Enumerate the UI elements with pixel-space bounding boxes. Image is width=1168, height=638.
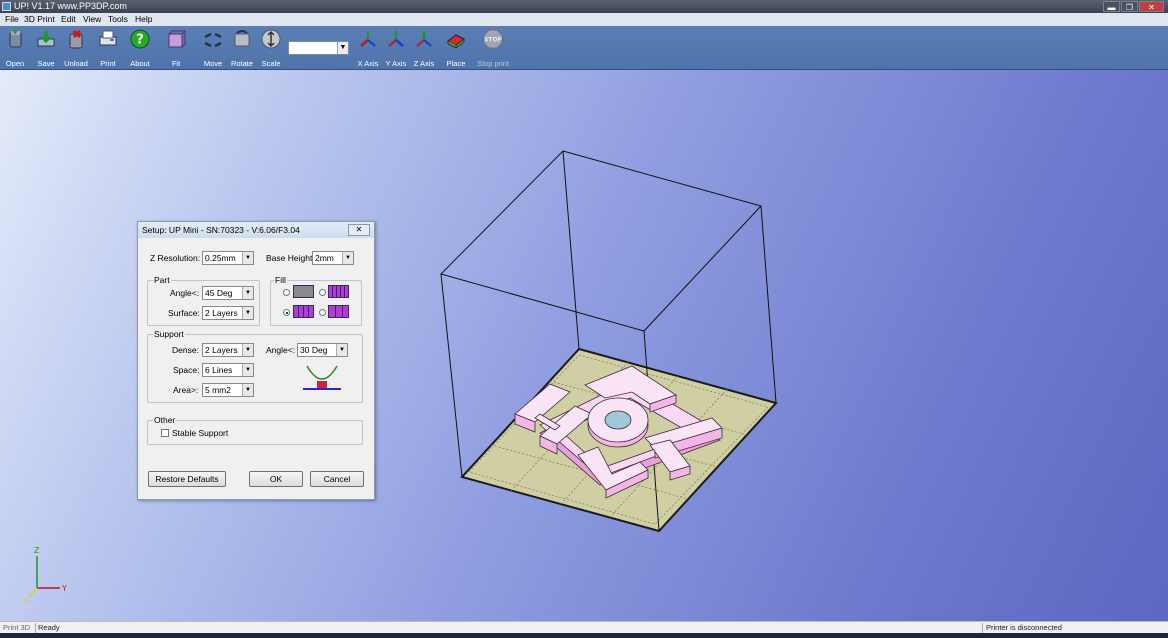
- menu-3d-print[interactable]: 3D Print: [24, 13, 55, 26]
- menu-bar: File 3D Print Edit View Tools Help: [0, 13, 1168, 26]
- part-angle-select[interactable]: 45 Deg ▼: [202, 286, 254, 300]
- menu-help[interactable]: Help: [135, 13, 152, 26]
- support-angle-diagram-icon: [303, 365, 341, 390]
- support-dense-select[interactable]: 2 Layers ▼: [202, 343, 254, 357]
- fill-radio-4[interactable]: [319, 309, 326, 316]
- cancel-button[interactable]: Cancel: [310, 471, 364, 487]
- dialog-title: Setup: UP Mini - SN:70323 - V:6.06/F3.04: [138, 222, 374, 238]
- chevron-down-icon: ▼: [242, 252, 253, 264]
- chevron-down-icon: ▼: [336, 344, 347, 356]
- fill-swatch-4: [328, 305, 349, 318]
- fit-icon: [168, 30, 186, 48]
- axis-x-label: X: [24, 597, 30, 606]
- z-resolution-label: Z Resolution:: [150, 253, 201, 263]
- place-button[interactable]: Place: [441, 28, 471, 68]
- part-surface-select[interactable]: 2 Layers ▼: [202, 306, 254, 320]
- support-angle-select[interactable]: 30 Deg ▼: [297, 343, 348, 357]
- restore-button[interactable]: ❐: [1121, 1, 1138, 12]
- restore-defaults-button[interactable]: Restore Defaults: [148, 471, 226, 487]
- part-angle-label: Angle<:: [170, 288, 200, 298]
- support-space-select[interactable]: 6 Lines ▼: [202, 363, 254, 377]
- menu-edit[interactable]: Edit: [61, 13, 76, 26]
- menu-file[interactable]: File: [5, 13, 19, 26]
- status-app-label: Print 3D: [3, 623, 31, 632]
- z-axis-icon: [416, 31, 432, 47]
- fill-radio-2[interactable]: [319, 289, 326, 296]
- fill-swatch-1: [293, 285, 314, 298]
- base-height-label: Base Height:: [266, 253, 315, 263]
- minimize-button[interactable]: ▬: [1103, 1, 1120, 12]
- fill-radio-1[interactable]: [283, 289, 290, 296]
- unload-icon: [69, 29, 83, 49]
- base-height-select[interactable]: 2mm ▼: [312, 251, 354, 265]
- os-taskbar: [0, 633, 1168, 638]
- x-axis-icon: [360, 31, 376, 47]
- value-combo[interactable]: ▼: [288, 41, 349, 55]
- stop-print-button[interactable]: STOP Stop print: [477, 28, 509, 68]
- menu-tools[interactable]: Tools: [108, 13, 128, 26]
- axis-z-label: Z: [34, 546, 40, 555]
- toolbar: Open Save Unload Print ? About Fit Move …: [0, 26, 1168, 70]
- axis-indicator: Z Y X: [24, 546, 67, 606]
- part-surface-label: Surface:: [168, 308, 200, 318]
- stable-support-label: Stable Support: [172, 428, 229, 438]
- open-icon: [9, 29, 22, 48]
- support-area-select[interactable]: 5 mm2 ▼: [202, 383, 254, 397]
- status-bar: Print 3D Ready Printer is disconnected: [0, 621, 1168, 633]
- fill-radio-3[interactable]: [283, 309, 290, 316]
- dialog-close-button[interactable]: ✕: [348, 224, 370, 236]
- chevron-down-icon: ▼: [242, 287, 253, 299]
- menu-view[interactable]: View: [83, 13, 101, 26]
- chevron-down-icon: ▼: [242, 307, 253, 319]
- window-titlebar: UP! V1.17 www.PP3DP.com ▬ ❐ ✕: [0, 0, 1168, 13]
- scale-icon: [261, 29, 281, 49]
- setup-dialog: Setup: UP Mini - SN:70323 - V:6.06/F3.04…: [137, 221, 375, 500]
- close-button[interactable]: ✕: [1139, 1, 1164, 12]
- stable-support-checkbox[interactable]: [161, 429, 169, 437]
- axis-y-label: Y: [61, 584, 67, 593]
- place-icon: [447, 34, 465, 49]
- print-icon: [99, 30, 117, 46]
- close-icon: ✕: [355, 225, 363, 234]
- chevron-down-icon: ▼: [342, 252, 353, 264]
- chevron-down-icon: ▼: [242, 384, 253, 396]
- y-axis-icon: [388, 31, 404, 47]
- support-dense-label: Dense:: [172, 345, 199, 355]
- support-space-label: Space:: [173, 365, 200, 375]
- rotate-icon: [234, 30, 250, 47]
- part-legend: Part: [153, 275, 171, 285]
- scale-button[interactable]: Scale: [256, 28, 286, 68]
- printer-connection-status: Printer is disconnected: [982, 623, 1062, 633]
- app-icon: [2, 2, 11, 11]
- fill-swatch-3: [293, 305, 314, 318]
- ok-button[interactable]: OK: [249, 471, 303, 487]
- fit-button[interactable]: Fit: [161, 28, 191, 68]
- fill-legend: Fill: [274, 275, 287, 285]
- support-area-label: Area>:: [173, 385, 199, 395]
- chevron-down-icon: ▼: [337, 42, 348, 54]
- status-state: Ready: [35, 623, 60, 633]
- support-angle-label: Angle<:: [266, 345, 296, 355]
- stop-print-icon: STOP: [483, 29, 503, 49]
- svg-text:STOP: STOP: [484, 37, 503, 44]
- window-title: UP! V1.17 www.PP3DP.com: [14, 1, 127, 11]
- chevron-down-icon: ▼: [242, 364, 253, 376]
- about-button[interactable]: ? About: [125, 28, 155, 68]
- support-legend: Support: [153, 329, 185, 339]
- move-icon: [204, 32, 222, 48]
- about-icon: ?: [130, 29, 150, 49]
- fill-swatch-2: [328, 285, 349, 298]
- chevron-down-icon: ▼: [242, 344, 253, 356]
- other-legend: Other: [153, 415, 177, 425]
- z-resolution-select[interactable]: 0.25mm ▼: [202, 251, 254, 265]
- save-icon: [37, 31, 55, 47]
- svg-text:?: ?: [136, 33, 144, 48]
